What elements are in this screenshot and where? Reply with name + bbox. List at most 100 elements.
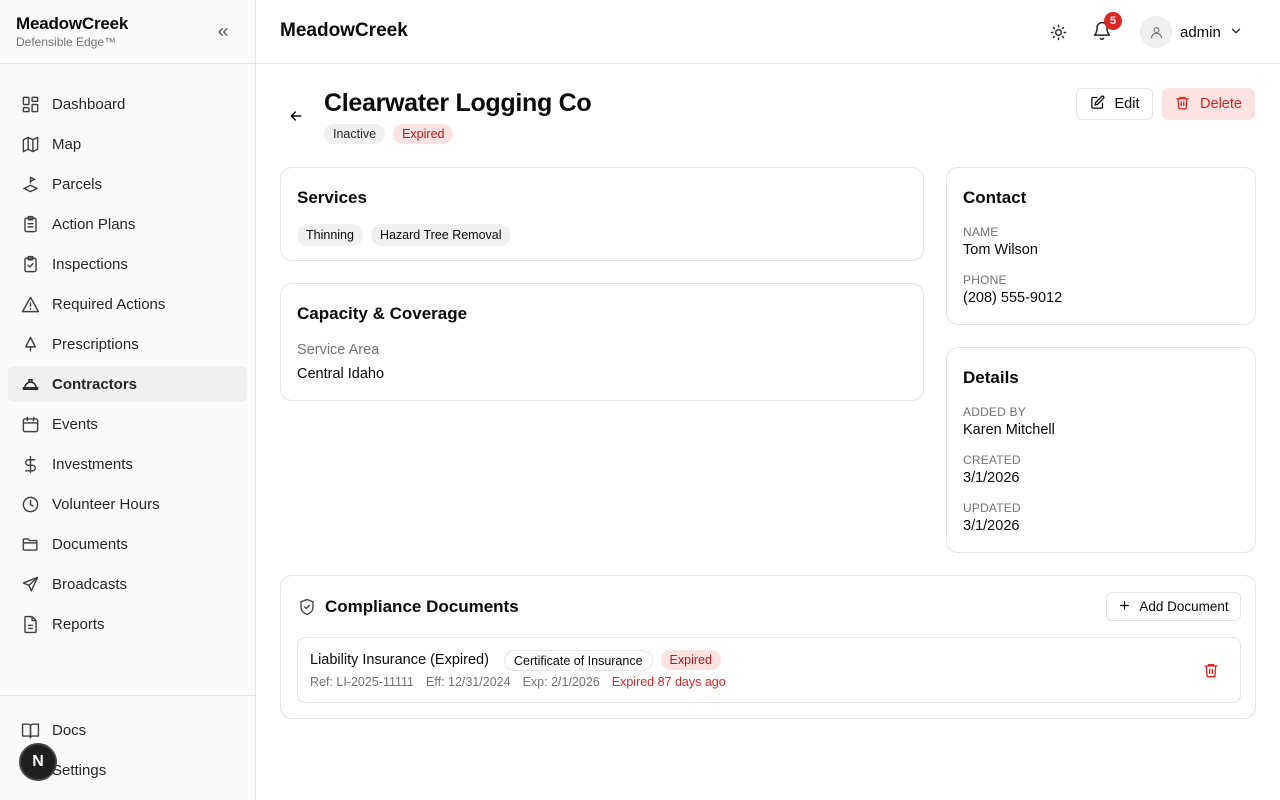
brand-tagline: Defensible Edge™ [16,35,117,49]
sidebar-item-events[interactable]: Events [8,406,247,442]
document-expiry-warning: Expired 87 days ago [611,675,726,689]
service-area-label: Service Area [297,342,380,358]
sidebar-item-broadcasts[interactable]: Broadcasts [8,566,247,602]
sidebar-item-label: Contractors [52,375,138,393]
document-ref: Ref: LI-2025-11111 [310,675,415,689]
sidebar: MeadowCreek Defensible Edge™ Dashboard M… [0,0,256,800]
compliance-title: Compliance Documents [325,597,519,616]
page-title: Clearwater Logging Co [324,89,592,117]
back-arrow-icon[interactable] [286,106,306,126]
sidebar-item-label: Volunteer Hours [52,495,160,513]
tree-icon [20,334,40,354]
document-effective: Eff: 12/31/2024 [426,675,511,689]
sidebar-item-required-actions[interactable]: Required Actions [8,286,247,322]
contact-name-label: NAME [963,225,999,239]
sidebar-item-docs[interactable]: Docs [8,712,247,748]
document-name: Liability Insurance (Expired) [310,652,489,668]
delete-document-icon[interactable] [1202,661,1220,679]
added-by-label: ADDED BY [963,405,1026,419]
sidebar-item-label: Documents [52,535,128,553]
sidebar-item-dashboard[interactable]: Dashboard [8,86,247,122]
sidebar-item-label: Reports [52,615,105,633]
details-card: Details ADDED BY Karen Mitchell CREATED … [946,347,1256,553]
sidebar-item-parcels[interactable]: Parcels [8,166,247,202]
services-title: Services [297,188,367,207]
sidebar-nav: Dashboard Map Parcels Action Plans Inspe… [8,86,247,646]
contact-name-value: Tom Wilson [963,242,1038,258]
file-text-icon [20,614,40,634]
sidebar-item-label: Action Plans [52,215,136,233]
services-chips: Thinning Hazard Tree Removal [297,224,511,246]
sidebar-item-label: Investments [52,455,133,473]
user-name: admin [1180,23,1221,41]
map-icon [20,134,40,154]
document-type-badge: Certificate of Insurance [504,650,653,671]
created-value: 3/1/2026 [963,470,1020,486]
sidebar-item-prescriptions[interactable]: Prescriptions [8,326,247,362]
calendar-icon [20,414,40,434]
notification-count-badge: 5 [1104,12,1122,30]
edit-button[interactable]: Edit [1076,88,1153,120]
sidebar-item-contractors[interactable]: Contractors [8,366,247,402]
sidebar-item-documents[interactable]: Documents [8,526,247,562]
sidebar-item-label: Inspections [52,255,128,273]
status-badge-expired: Expired [393,124,454,144]
compliance-documents-card: Compliance Documents Add Document Liabil… [280,575,1256,719]
folder-icon [20,534,40,554]
user-menu[interactable]: admin [1140,16,1243,48]
sidebar-item-label: Required Actions [52,295,166,313]
added-by-value: Karen Mitchell [963,422,1055,438]
sidebar-divider [0,63,256,64]
delete-button-label: Delete [1200,96,1242,112]
delete-button[interactable]: Delete [1162,88,1255,120]
trash-icon [1175,95,1190,114]
sidebar-item-label: Docs [52,721,87,739]
floating-avatar[interactable]: N [19,743,57,781]
send-icon [20,574,40,594]
add-document-button[interactable]: Add Document [1106,592,1241,621]
sidebar-item-reports[interactable]: Reports [8,606,247,642]
brand[interactable]: MeadowCreek Defensible Edge™ [16,14,128,49]
document-row[interactable]: Liability Insurance (Expired) Certificat… [297,637,1241,703]
status-badges: Inactive Expired [324,124,454,144]
services-card: Services Thinning Hazard Tree Removal [280,167,924,261]
theme-toggle-icon[interactable] [1046,20,1070,44]
document-meta: Ref: LI-2025-11111 Eff: 12/31/2024 Exp: … [310,675,726,689]
sidebar-item-label: Settings [52,761,107,779]
sidebar-item-label: Events [52,415,98,433]
plus-icon [1118,599,1131,615]
contact-title: Contact [963,188,1027,207]
capacity-title: Capacity & Coverage [297,304,468,323]
status-badge-inactive: Inactive [324,124,386,144]
sidebar-item-label: Parcels [52,175,103,193]
chevron-down-icon [1229,24,1243,41]
sidebar-item-investments[interactable]: Investments [8,446,247,482]
sidebar-item-map[interactable]: Map [8,126,247,162]
user-icon [1140,16,1172,48]
parcels-icon [20,174,40,194]
dashboard-icon [20,94,40,114]
collapse-sidebar-icon[interactable] [212,21,234,43]
edit-button-label: Edit [1114,96,1140,112]
details-title: Details [963,368,1019,387]
hard-hat-icon [20,374,40,394]
top-header: MeadowCreek 5 admin [256,0,1280,64]
clock-icon [20,494,40,514]
sidebar-item-action-plans[interactable]: Action Plans [8,206,247,242]
service-area-value: Central Idaho [297,366,385,382]
sidebar-item-inspections[interactable]: Inspections [8,246,247,282]
book-icon [20,720,40,740]
contact-phone-value: (208) 555-9012 [963,290,1063,306]
shield-check-icon [298,598,316,619]
sidebar-item-label: Dashboard [52,95,126,113]
capacity-coverage-card: Capacity & Coverage Service Area Central… [280,283,924,401]
updated-label: UPDATED [963,501,1021,515]
document-badges: Certificate of Insurance Expired [504,650,721,671]
sidebar-divider [0,695,256,696]
service-chip: Hazard Tree Removal [370,224,511,246]
clipboard-check-icon [20,254,40,274]
contact-card: Contact NAME Tom Wilson PHONE (208) 555-… [946,167,1256,325]
updated-value: 3/1/2026 [963,518,1020,534]
sidebar-item-label: Broadcasts [52,575,128,593]
sidebar-item-volunteer-hours[interactable]: Volunteer Hours [8,486,247,522]
